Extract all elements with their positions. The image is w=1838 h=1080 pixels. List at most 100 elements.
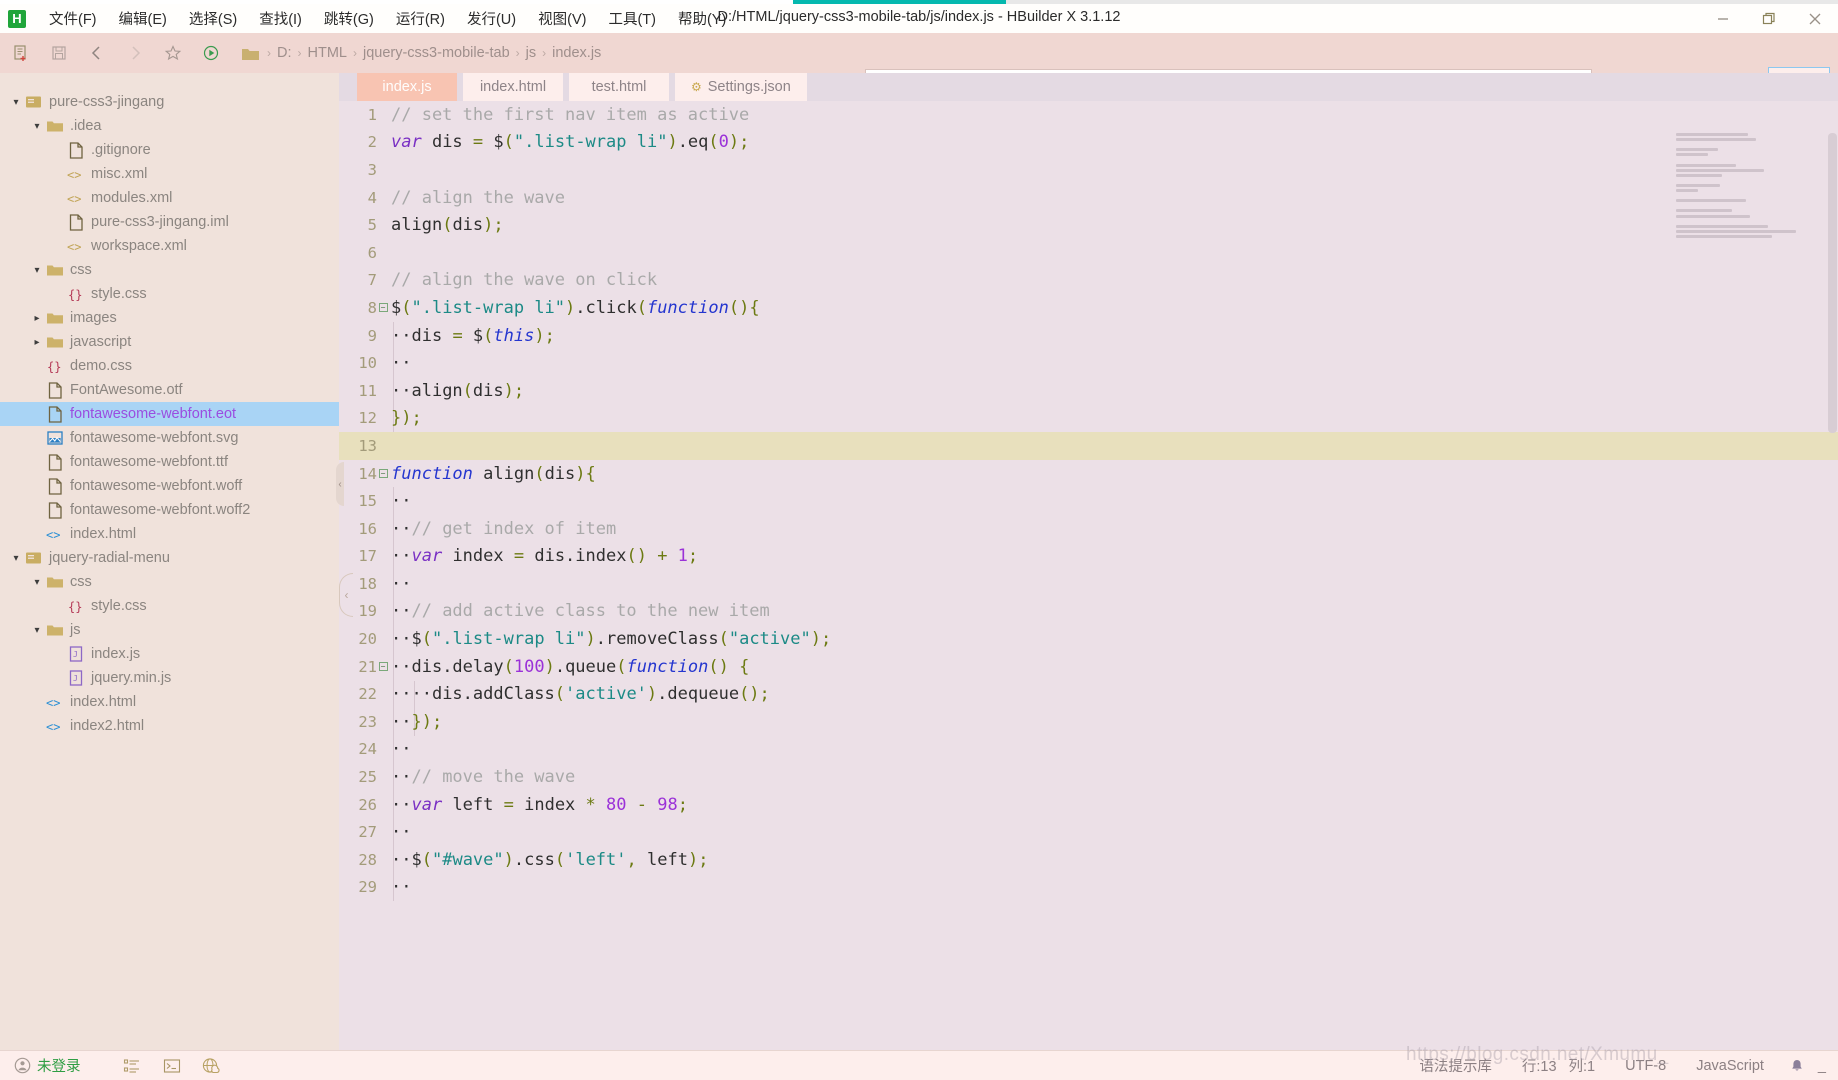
code-line-14[interactable]: 14− function align(dis){ <box>339 460 1838 488</box>
tree-item-fontawesome-webfont-svg[interactable]: fontawesome-webfont.svg <box>0 426 339 450</box>
tree-item-fontawesome-webfont-woff[interactable]: fontawesome-webfont.woff <box>0 474 339 498</box>
account-icon[interactable] <box>14 1057 31 1074</box>
code-line-27[interactable]: 27 ·· <box>339 818 1838 846</box>
editor-tab-test-html[interactable]: test.html <box>569 73 669 101</box>
code-line-26[interactable]: 26 ··var left = index * 80 - 98; <box>339 791 1838 819</box>
file-explorer-sidebar[interactable]: ▾ pure-css3-jingang ▾ .idea .gitignore <> misc… <box>0 73 339 1050</box>
run-icon[interactable] <box>194 36 228 70</box>
code-line-16[interactable]: 16 ··// get index of item <box>339 515 1838 543</box>
code-line-12[interactable]: 12}); <box>339 405 1838 433</box>
syntax-library-label[interactable]: 语法提示库 <box>1419 1055 1492 1076</box>
tree-item-style-css[interactable]: {} style.css <box>0 594 339 618</box>
breadcrumb-item-2[interactable]: jquery-css3-mobile-tab <box>359 45 514 61</box>
code-line-20[interactable]: 20 ··$(".list-wrap li").removeClass("acti… <box>339 625 1838 653</box>
tree-item-index-html[interactable]: <> index.html <box>0 522 339 546</box>
code-line-8[interactable]: 8− $(".list-wrap li").click(function(){ <box>339 294 1838 322</box>
sidebar-collapse-handle[interactable]: ‹ <box>336 462 344 506</box>
terminal-icon[interactable] <box>157 1054 187 1078</box>
forward-icon[interactable] <box>118 36 152 70</box>
code-line-28[interactable]: 28 ··$("#wave").css('left', left); <box>339 846 1838 874</box>
code-line-22[interactable]: 22 ····dis.addClass('active').dequeue(); <box>339 680 1838 708</box>
fold-toggle-icon[interactable]: − <box>377 469 389 479</box>
tree-item--gitignore[interactable]: .gitignore <box>0 138 339 162</box>
tree-item-jquery-min-js[interactable]: Jjquery.min.js <box>0 666 339 690</box>
chevron-down-icon[interactable]: ▾ <box>29 625 45 636</box>
scrollbar-thumb[interactable] <box>1828 133 1837 433</box>
status-more-label[interactable]: _ <box>1818 1058 1826 1074</box>
login-status-label[interactable]: 未登录 <box>37 1055 81 1076</box>
code-line-24[interactable]: 24 ·· <box>339 736 1838 764</box>
save-icon[interactable] <box>42 36 76 70</box>
menu-item-5[interactable]: 运行(R) <box>385 4 456 33</box>
tree-item-fontawesome-webfont-ttf[interactable]: fontawesome-webfont.ttf <box>0 450 339 474</box>
fold-toggle-icon[interactable]: − <box>377 303 389 313</box>
outline-list-icon[interactable] <box>117 1054 147 1078</box>
code-line-11[interactable]: 11 ··align(dis); <box>339 377 1838 405</box>
maximize-restore-button[interactable] <box>1746 4 1792 33</box>
notification-bell-icon[interactable] <box>1782 1054 1812 1078</box>
code-line-21[interactable]: 21− ··dis.delay(100).queue(function() { <box>339 653 1838 681</box>
chevron-right-icon[interactable]: ▸ <box>29 313 45 324</box>
tree-item-fontawesome-webfont-eot[interactable]: fontawesome-webfont.eot <box>0 402 339 426</box>
tree-item-fontawesome-webfont-woff2[interactable]: fontawesome-webfont.woff2 <box>0 498 339 522</box>
menu-item-8[interactable]: 工具(T) <box>597 4 667 33</box>
chevron-right-icon[interactable]: ▸ <box>29 337 45 348</box>
menu-item-4[interactable]: 跳转(G) <box>313 4 385 33</box>
cloud-globe-icon[interactable] <box>197 1054 227 1078</box>
chevron-down-icon[interactable]: ▾ <box>29 265 45 276</box>
breadcrumb-item-1[interactable]: HTML <box>304 45 351 61</box>
back-icon[interactable] <box>80 36 114 70</box>
code-line-19[interactable]: 19 ··// add active class to the new item <box>339 598 1838 626</box>
tree-item-pure-css3-jingang-iml[interactable]: pure-css3-jingang.iml <box>0 210 339 234</box>
tree-item-javascript[interactable]: ▸ javascript <box>0 330 339 354</box>
editor-tab-settings-json[interactable]: ⚙ Settings.json <box>675 73 807 101</box>
menu-item-0[interactable]: 文件(F) <box>38 4 108 33</box>
tree-item-css[interactable]: ▾ css <box>0 570 339 594</box>
editor-tab-index-html[interactable]: index.html <box>463 73 563 101</box>
tree-item-jquery-radial-menu[interactable]: ▾ jquery-radial-menu <box>0 546 339 570</box>
code-minimap[interactable] <box>1676 133 1824 238</box>
minimize-button[interactable] <box>1700 4 1746 33</box>
tree-item-images[interactable]: ▸ images <box>0 306 339 330</box>
encoding-label[interactable]: UTF-8 <box>1625 1058 1666 1074</box>
code-line-5[interactable]: 5 align(dis); <box>339 211 1838 239</box>
code-editor[interactable]: 1 // set the first nav item as active 2 var… <box>339 101 1838 1050</box>
menu-item-2[interactable]: 选择(S) <box>178 4 248 33</box>
code-line-29[interactable]: 29 ·· <box>339 874 1838 902</box>
menu-item-1[interactable]: 编辑(E) <box>108 4 178 33</box>
tree-item-index-js[interactable]: Jindex.js <box>0 642 339 666</box>
code-line-17[interactable]: 17 ··var index = dis.index() + 1; <box>339 543 1838 571</box>
code-line-15[interactable]: 15 ·· <box>339 487 1838 515</box>
language-mode-label[interactable]: JavaScript <box>1696 1058 1764 1074</box>
code-line-6[interactable]: 6 <box>339 239 1838 267</box>
tree-item-css[interactable]: ▾ css <box>0 258 339 282</box>
chevron-down-icon[interactable]: ▾ <box>29 121 45 132</box>
breadcrumb-item-4[interactable]: index.js <box>548 45 605 61</box>
tree-item-index-html[interactable]: <> index.html <box>0 690 339 714</box>
code-line-18[interactable]: 18 ·· <box>339 570 1838 598</box>
code-line-2[interactable]: 2 var dis = $(".list-wrap li").eq(0); <box>339 129 1838 157</box>
tree-item-pure-css3-jingang[interactable]: ▾ pure-css3-jingang <box>0 90 339 114</box>
code-line-13[interactable]: 13 <box>339 432 1838 460</box>
code-line-9[interactable]: 9 ··dis = $(this); <box>339 322 1838 350</box>
tree-item-misc-xml[interactable]: <> misc.xml <box>0 162 339 186</box>
chevron-down-icon[interactable]: ▾ <box>8 553 24 564</box>
code-line-4[interactable]: 4 // align the wave <box>339 184 1838 212</box>
tree-item-fontawesome-otf[interactable]: FontAwesome.otf <box>0 378 339 402</box>
code-line-1[interactable]: 1 // set the first nav item as active <box>339 101 1838 129</box>
code-line-10[interactable]: 10 ·· <box>339 349 1838 377</box>
menu-item-9[interactable]: 帮助(Y) <box>667 4 737 33</box>
tree-item-style-css[interactable]: {} style.css <box>0 282 339 306</box>
tree-item-modules-xml[interactable]: <> modules.xml <box>0 186 339 210</box>
cursor-column-label[interactable]: 列:1 <box>1569 1055 1596 1076</box>
editor-tab-index-js[interactable]: index.js <box>357 73 457 101</box>
chevron-down-icon[interactable]: ▾ <box>29 577 45 588</box>
tree-item--idea[interactable]: ▾ .idea <box>0 114 339 138</box>
bookmark-star-icon[interactable] <box>156 36 190 70</box>
code-line-23[interactable]: 23 ··}); <box>339 708 1838 736</box>
code-line-25[interactable]: 25 ··// move the wave <box>339 763 1838 791</box>
menu-item-6[interactable]: 发行(U) <box>456 4 527 33</box>
tree-item-js[interactable]: ▾ js <box>0 618 339 642</box>
menu-item-3[interactable]: 查找(I) <box>248 4 313 33</box>
fold-toggle-icon[interactable]: − <box>377 662 389 672</box>
